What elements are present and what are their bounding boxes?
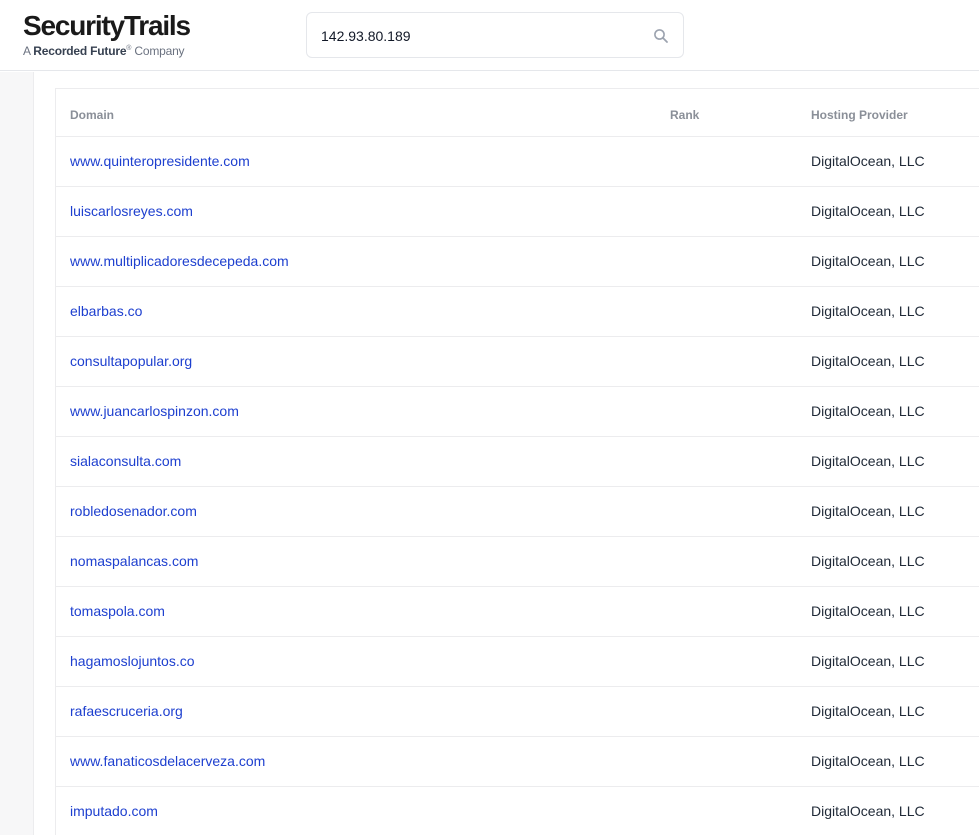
column-header-hosting-provider[interactable]: Hosting Provider: [811, 108, 908, 122]
hosting-provider-cell: DigitalOcean, LLC: [811, 653, 925, 669]
search-input[interactable]: [321, 25, 641, 47]
hosting-provider-cell: DigitalOcean, LLC: [811, 803, 925, 819]
hosting-provider-cell: DigitalOcean, LLC: [811, 453, 925, 469]
hosting-provider-cell: DigitalOcean, LLC: [811, 353, 925, 369]
logo-tagline: A Recorded Future® Company: [23, 44, 185, 58]
hosting-provider-cell: DigitalOcean, LLC: [811, 253, 925, 269]
domain-link[interactable]: hagamoslojuntos.co: [70, 653, 195, 669]
hosting-provider-cell: DigitalOcean, LLC: [811, 503, 925, 519]
table-row: elbarbas.co DigitalOcean, LLC: [56, 287, 979, 337]
table-row: consultapopular.org DigitalOcean, LLC: [56, 337, 979, 387]
hosting-provider-cell: DigitalOcean, LLC: [811, 203, 925, 219]
table-row: sialaconsulta.com DigitalOcean, LLC: [56, 437, 979, 487]
domain-link[interactable]: www.juancarlospinzon.com: [70, 403, 239, 419]
table-body: www.quinteropresidente.com DigitalOcean, …: [56, 137, 979, 835]
hosting-provider-cell: DigitalOcean, LLC: [811, 703, 925, 719]
domain-link[interactable]: www.quinteropresidente.com: [70, 153, 250, 169]
domains-table: Domain Rank Hosting Provider www.quinter…: [55, 88, 979, 835]
table-row: luiscarlosreyes.com DigitalOcean, LLC: [56, 187, 979, 237]
hosting-provider-cell: DigitalOcean, LLC: [811, 303, 925, 319]
table-row: nomaspalancas.com DigitalOcean, LLC: [56, 537, 979, 587]
column-header-domain[interactable]: Domain: [70, 108, 114, 122]
table-header: Domain Rank Hosting Provider: [56, 89, 979, 137]
domain-link[interactable]: www.multiplicadoresdecepeda.com: [70, 253, 289, 269]
left-sidebar: [0, 72, 34, 835]
table-row: hagamoslojuntos.co DigitalOcean, LLC: [56, 637, 979, 687]
domain-link[interactable]: luiscarlosreyes.com: [70, 203, 193, 219]
table-row: robledosenador.com DigitalOcean, LLC: [56, 487, 979, 537]
domain-link[interactable]: rafaescruceria.org: [70, 703, 183, 719]
logo-wordmark: SecurityTrails: [23, 10, 191, 41]
top-header: SecurityTrails A Recorded Future® Compan…: [0, 0, 979, 71]
table-row: tomaspola.com DigitalOcean, LLC: [56, 587, 979, 637]
table-row: www.fanaticosdelacerveza.com DigitalOcean…: [56, 737, 979, 787]
hosting-provider-cell: DigitalOcean, LLC: [811, 403, 925, 419]
table-row: rafaescruceria.org DigitalOcean, LLC: [56, 687, 979, 737]
domain-link[interactable]: www.fanaticosdelacerveza.com: [70, 753, 265, 769]
search-box[interactable]: [306, 12, 684, 58]
hosting-provider-cell: DigitalOcean, LLC: [811, 753, 925, 769]
hosting-provider-cell: DigitalOcean, LLC: [811, 603, 925, 619]
domain-link[interactable]: imputado.com: [70, 803, 158, 819]
domain-link[interactable]: elbarbas.co: [70, 303, 142, 319]
hosting-provider-cell: DigitalOcean, LLC: [811, 553, 925, 569]
domain-link[interactable]: nomaspalancas.com: [70, 553, 198, 569]
table-row: www.quinteropresidente.com DigitalOcean, …: [56, 137, 979, 187]
column-header-rank[interactable]: Rank: [670, 108, 699, 122]
table-row: imputado.com DigitalOcean, LLC: [56, 787, 979, 835]
search-icon[interactable]: [653, 28, 669, 44]
domain-link[interactable]: robledosenador.com: [70, 503, 197, 519]
securitytrails-logo[interactable]: SecurityTrails A Recorded Future® Compan…: [23, 10, 191, 58]
hosting-provider-cell: DigitalOcean, LLC: [811, 153, 925, 169]
domain-link[interactable]: sialaconsulta.com: [70, 453, 181, 469]
table-row: www.juancarlospinzon.com DigitalOcean, LL…: [56, 387, 979, 437]
table-row: www.multiplicadoresdecepeda.com DigitalOc…: [56, 237, 979, 287]
domain-link[interactable]: tomaspola.com: [70, 603, 165, 619]
domain-link[interactable]: consultapopular.org: [70, 353, 192, 369]
